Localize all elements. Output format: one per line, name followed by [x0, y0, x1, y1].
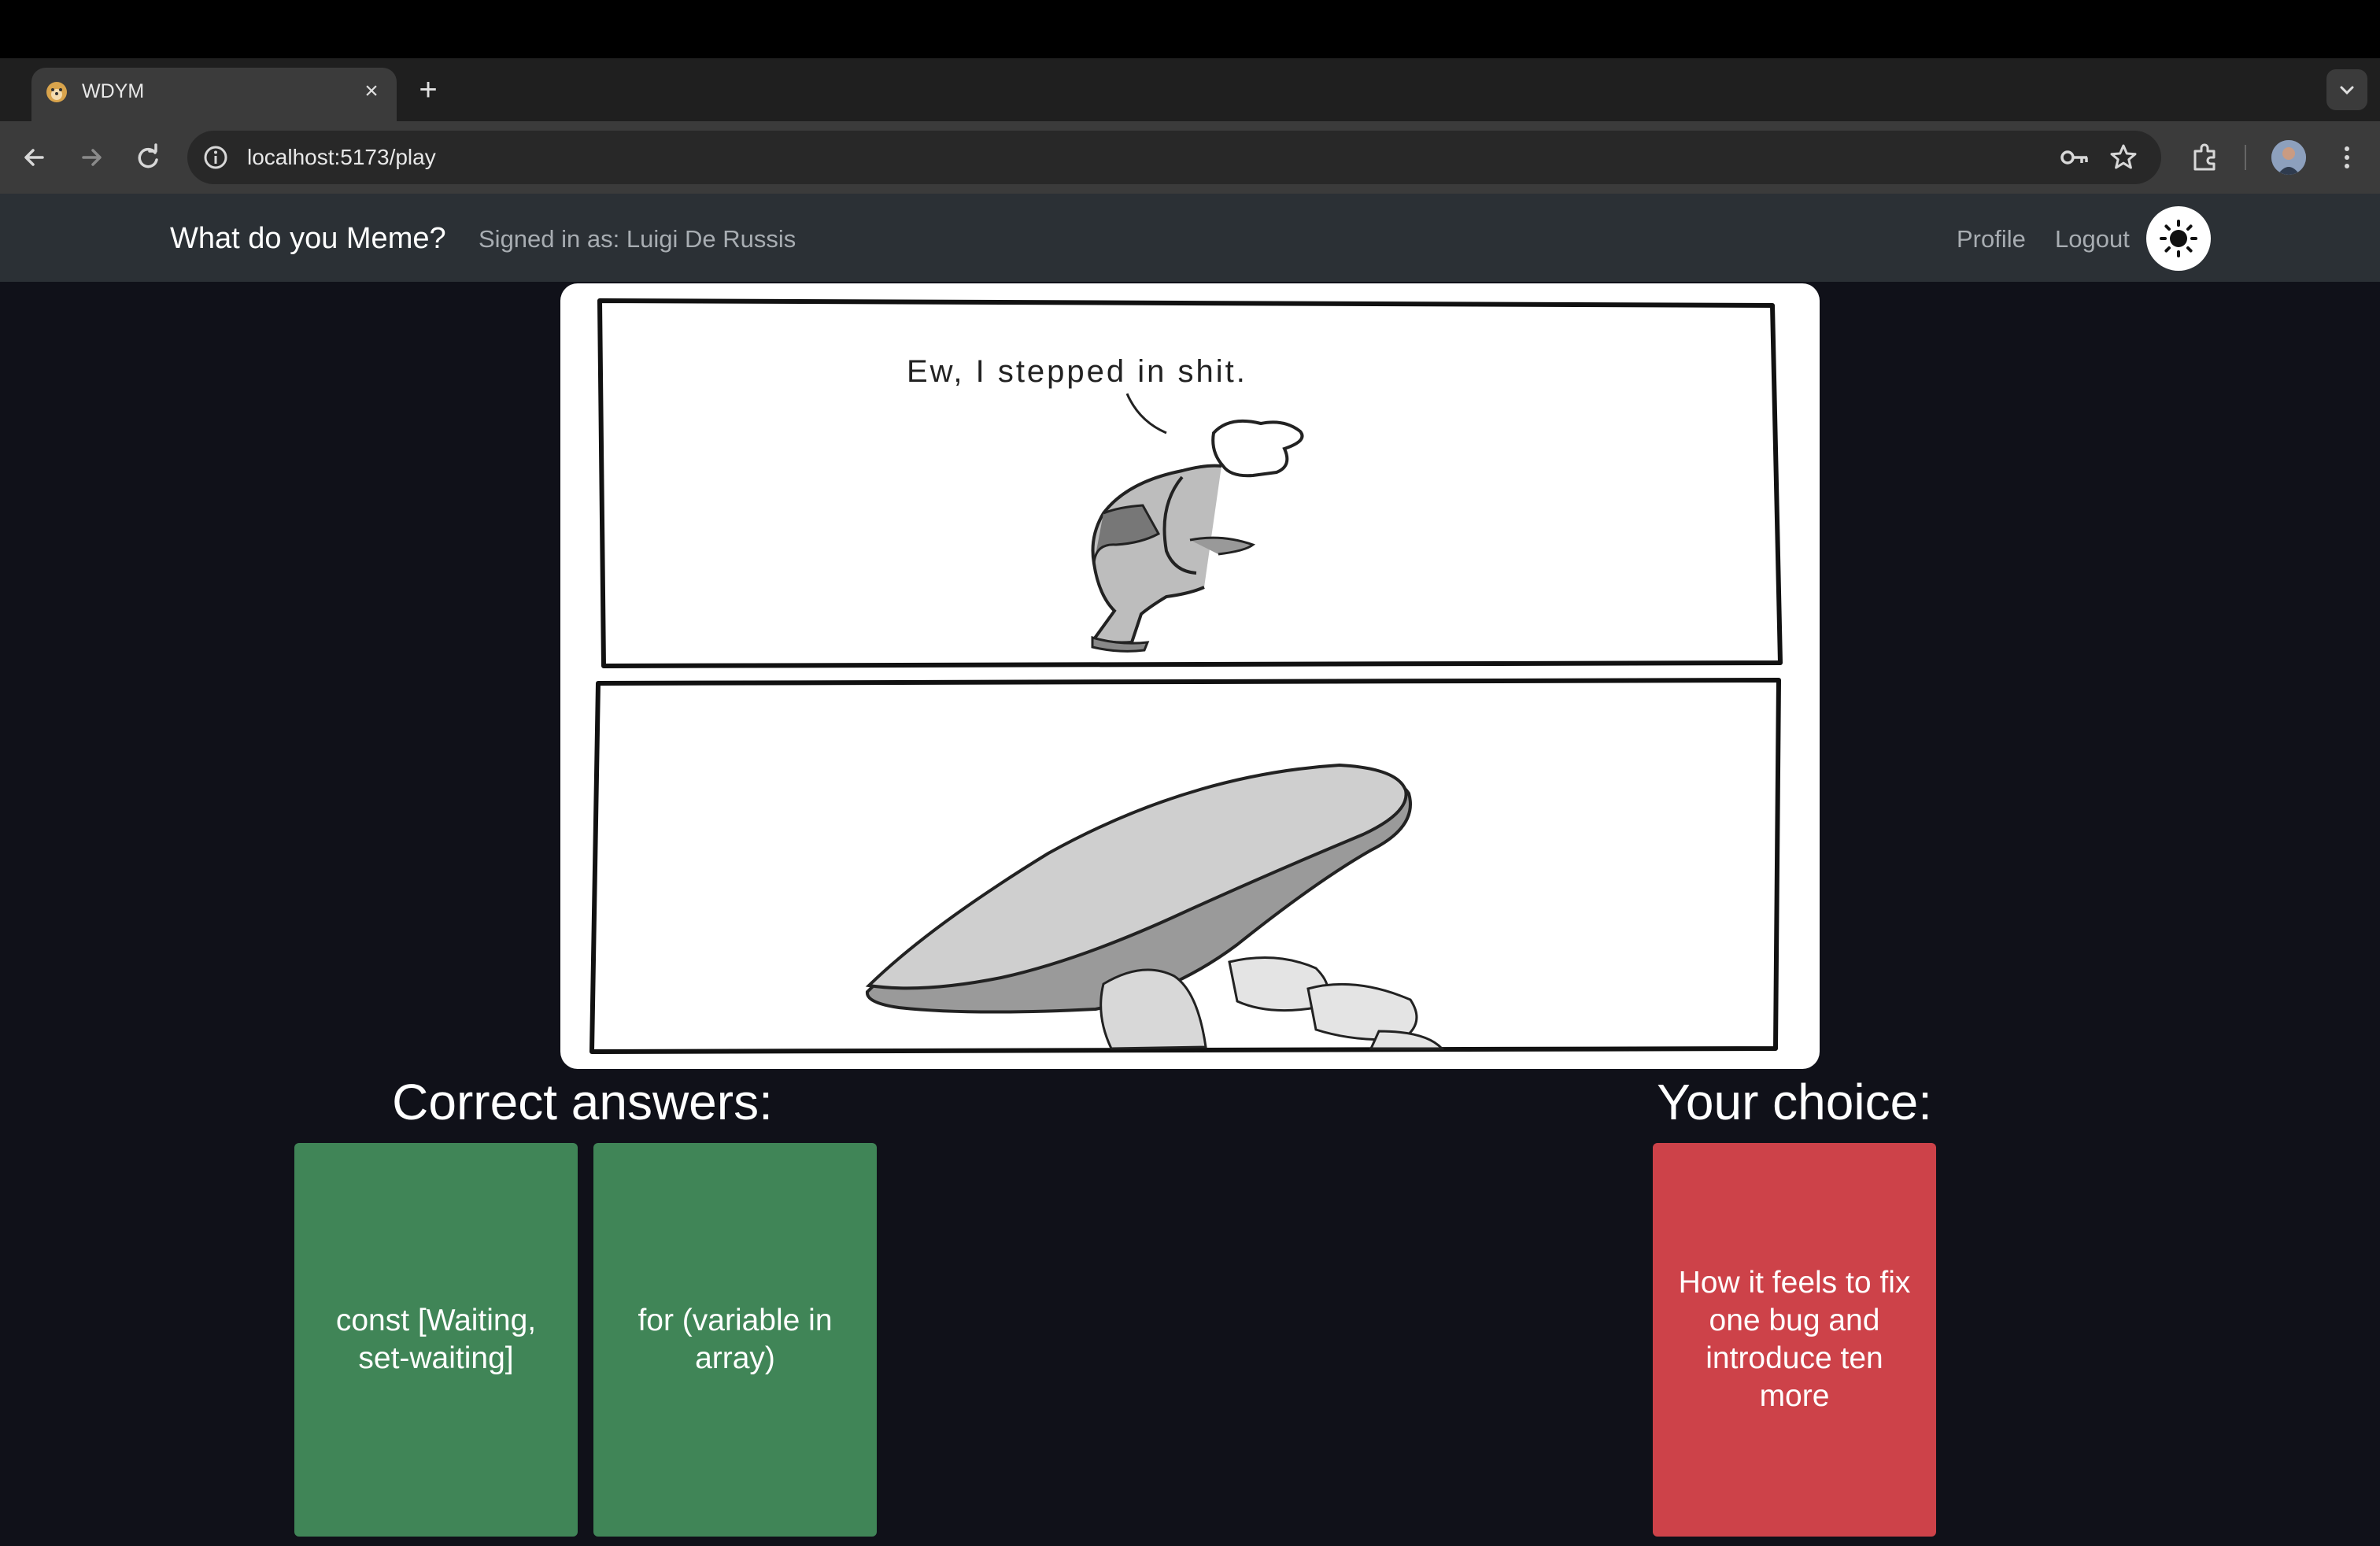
reload-icon[interactable] [131, 140, 165, 175]
card-text: for (variable in array) [638, 1304, 833, 1375]
star-icon[interactable] [2108, 142, 2139, 173]
forward-arrow-icon[interactable] [74, 140, 109, 175]
correct-answer-card: const [Waiting, set-waiting] [294, 1143, 578, 1537]
theme-toggle-button[interactable] [2146, 206, 2211, 271]
sun-icon [2160, 220, 2197, 257]
dog-favicon-icon [46, 82, 67, 102]
signed-in-text: Signed in as: Luigi De Russis [479, 225, 796, 253]
correct-answers-heading: Correct answers: [392, 1074, 773, 1130]
plus-icon[interactable]: + [412, 72, 444, 107]
your-choice-heading: Your choice: [1657, 1074, 1932, 1130]
card-text: How it feels to fix one bug and introduc… [1678, 1266, 1911, 1413]
tab-title: WDYM [82, 80, 145, 102]
info-icon[interactable] [201, 143, 230, 172]
back-arrow-icon[interactable] [17, 140, 52, 175]
url-text[interactable]: localhost:5173/play [247, 140, 436, 175]
profile-avatar[interactable] [2271, 140, 2306, 175]
card-text: const [Waiting, set-waiting] [335, 1304, 537, 1375]
your-choice-card: How it feels to fix one bug and introduc… [1653, 1143, 1936, 1537]
app-brand[interactable]: What do you Meme? [170, 219, 446, 258]
kebab-menu-icon[interactable] [2330, 140, 2364, 175]
toolbar-divider [2245, 145, 2246, 170]
logout-link[interactable]: Logout [2055, 222, 2130, 257]
os-top-bar [0, 0, 2380, 58]
correct-answer-card: for (variable in array) [593, 1143, 877, 1537]
chevron-down-icon[interactable] [2326, 69, 2367, 110]
extensions-icon[interactable] [2188, 140, 2223, 175]
address-bar[interactable] [187, 131, 2161, 184]
key-icon[interactable] [2057, 143, 2092, 172]
meme-caption: Ew, I stepped in shit. [907, 354, 1247, 389]
close-icon[interactable]: × [359, 76, 384, 107]
profile-link[interactable]: Profile [1957, 222, 2026, 257]
meme-image: Ew, I stepped in shit. [560, 283, 1820, 1069]
